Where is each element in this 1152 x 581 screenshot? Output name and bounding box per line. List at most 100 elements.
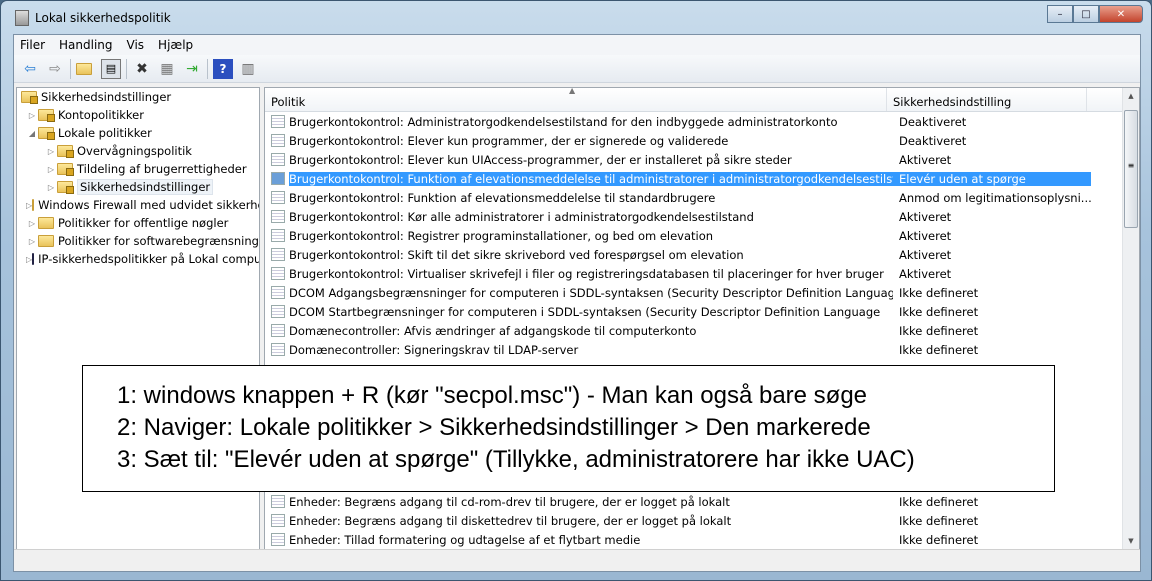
policy-icon: [271, 229, 285, 242]
policy-row[interactable]: Brugerkontokontrol: Administratorgodkend…: [265, 112, 1139, 131]
policy-row[interactable]: Brugerkontokontrol: Funktion af elevatio…: [265, 188, 1139, 207]
close-button[interactable]: ✕: [1099, 5, 1143, 23]
policy-icon: [271, 343, 285, 356]
policy-setting: Ikke defineret: [899, 342, 979, 357]
policy-name: Brugerkontokontrol: Elever kun UIAccess-…: [289, 152, 792, 167]
folder-icon: [57, 145, 74, 158]
expander-icon[interactable]: ▷: [45, 147, 57, 156]
policy-row[interactable]: Domænecontroller: Afvis ændringer af adg…: [265, 321, 1139, 340]
policy-icon: [271, 191, 285, 204]
tree-item[interactable]: Sikkerhedsindstillinger: [17, 88, 259, 106]
tree-item[interactable]: ▷ Sikkerhedsindstillinger: [17, 178, 259, 196]
properties-icon[interactable]: ▦: [157, 59, 177, 79]
tree-item[interactable]: ▷ Politikker for offentlige nøgler: [17, 214, 259, 232]
policy-icon: [271, 495, 285, 508]
tree-item-label: Overvågningspolitik: [77, 144, 192, 158]
policy-icon: [271, 286, 285, 299]
policy-setting: Deaktiveret: [899, 114, 967, 129]
tree-item[interactable]: ▷ Kontopolitikker: [17, 106, 259, 124]
help-icon[interactable]: ?: [213, 58, 233, 79]
policy-row[interactable]: Enheder: Begræns adgang til diskettedrev…: [265, 511, 1139, 530]
menu-vis[interactable]: Vis: [127, 38, 145, 52]
delete-icon[interactable]: ✖: [132, 59, 152, 79]
ip-security-icon: [32, 253, 35, 265]
policy-row[interactable]: Brugerkontokontrol: Virtualiser skrivefe…: [265, 264, 1139, 283]
security-policy-icon: [21, 91, 38, 104]
expander-icon[interactable]: ▷: [26, 237, 38, 246]
column-header-politik[interactable]: ▲ Politik: [265, 88, 887, 111]
maximize-button[interactable]: □: [1073, 5, 1099, 23]
policy-setting: Aktiveret: [899, 209, 952, 224]
policy-row[interactable]: Enheder: Tillad formatering og udtagelse…: [265, 530, 1139, 549]
policy-row[interactable]: DCOM Startbegrænsninger for computeren i…: [265, 302, 1139, 321]
forward-icon[interactable]: ⇨: [45, 59, 65, 79]
policy-setting: Ikke defineret: [899, 304, 979, 319]
policy-icon: [271, 305, 285, 318]
tree-item[interactable]: ▷ Overvågningspolitik: [17, 142, 259, 160]
policy-name: Enheder: Tillad formatering og udtagelse…: [289, 532, 641, 547]
folder-icon: [38, 217, 54, 229]
policy-row[interactable]: Enheder: Begræns adgang til cd-rom-drev …: [265, 492, 1139, 511]
policy-name: Brugerkontokontrol: Administratorgodkend…: [289, 114, 838, 129]
toolbar-separator: [207, 58, 208, 79]
policy-setting: Ikke defineret: [899, 323, 979, 338]
policy-setting: Aktiveret: [899, 266, 952, 281]
toolbar-separator: [126, 58, 127, 79]
tree-item-label: Windows Firewall med udvidet sikkerhed: [38, 198, 260, 212]
export-icon[interactable]: ⇥: [182, 59, 202, 79]
tree-item-label: IP-sikkerhedspolitikker på Lokal compute…: [38, 252, 260, 266]
expander-icon[interactable]: ▷: [45, 165, 57, 174]
menu-filer[interactable]: Filer: [20, 38, 45, 52]
expander-icon[interactable]: ◢: [26, 129, 38, 138]
instruction-line: 1: windows knappen + R (kør "secpol.msc"…: [117, 382, 868, 409]
title-bar: Lokal sikkerhedspolitik: [15, 7, 171, 29]
policy-name: Brugerkontokontrol: Funktion af elevatio…: [289, 171, 893, 186]
policy-icon: [271, 514, 285, 527]
policy-icon: [271, 115, 285, 128]
policy-name: Enheder: Begræns adgang til cd-rom-drev …: [289, 494, 730, 509]
scroll-thumb[interactable]: ≡: [1124, 110, 1138, 228]
policy-setting: Ikke defineret: [899, 494, 979, 509]
policy-row[interactable]: Brugerkontokontrol: Funktion af elevatio…: [265, 169, 1139, 188]
tree-item-label: Sikkerhedsindstillinger: [77, 179, 214, 195]
column-header-sikkerhedsindstilling[interactable]: Sikkerhedsindstilling: [887, 88, 1087, 111]
policy-row[interactable]: Brugerkontokontrol: Elever kun programme…: [265, 131, 1139, 150]
list-vertical-scrollbar[interactable]: ▲ ≡ ▼: [1122, 88, 1139, 549]
policy-icon: [271, 267, 285, 280]
up-folder-icon[interactable]: [76, 59, 96, 79]
instruction-line: 2: Naviger: Lokale politikker > Sikkerhe…: [117, 414, 871, 441]
window-title: Lokal sikkerhedspolitik: [35, 11, 171, 25]
expander-icon[interactable]: ▷: [26, 111, 38, 120]
column-label: Sikkerhedsindstilling: [893, 95, 1012, 109]
policy-row[interactable]: DCOM Adgangsbegrænsninger for computeren…: [265, 283, 1139, 302]
policy-row[interactable]: Brugerkontokontrol: Skift til det sikre …: [265, 245, 1139, 264]
policy-row[interactable]: Brugerkontokontrol: Kør alle administrat…: [265, 207, 1139, 226]
tree-item-label: Kontopolitikker: [58, 108, 144, 122]
policy-row[interactable]: Domænecontroller: Signeringskrav til LDA…: [265, 340, 1139, 359]
menu-hjaelp[interactable]: Hjælp: [158, 38, 193, 52]
expander-icon[interactable]: ▷: [45, 183, 57, 192]
policy-name: Brugerkontokontrol: Elever kun programme…: [289, 133, 729, 148]
policy-row[interactable]: Brugerkontokontrol: Registrer programins…: [265, 226, 1139, 245]
policy-icon: [271, 210, 285, 223]
tree-item[interactable]: ▷ IP-sikkerhedspolitikker på Lokal comput…: [17, 250, 259, 268]
tree-item[interactable]: ◢ Lokale politikker: [17, 124, 259, 142]
column-label: Politik: [271, 95, 306, 109]
minimize-button[interactable]: –: [1047, 5, 1073, 23]
expander-icon[interactable]: ▷: [26, 219, 38, 228]
show-hide-tree-icon[interactable]: ▤: [101, 58, 121, 79]
back-icon[interactable]: ⇦: [20, 59, 40, 79]
toolbar-separator: [70, 58, 71, 79]
tree-item[interactable]: ▷ Tildeling af brugerrettigheder: [17, 160, 259, 178]
tree-item[interactable]: ▷ Politikker for softwarebegrænsning: [17, 232, 259, 250]
policy-icon: [271, 324, 285, 337]
policy-setting: Aktiveret: [899, 247, 952, 262]
policy-setting: Elevér uden at spørge: [893, 171, 1091, 186]
policy-name: Brugerkontokontrol: Registrer programins…: [289, 228, 714, 243]
action-pane-icon[interactable]: ▥: [238, 59, 258, 79]
instruction-line: 3: Sæt til: "Elevér uden at spørge" (Til…: [117, 446, 915, 473]
policy-row[interactable]: Brugerkontokontrol: Elever kun UIAccess-…: [265, 150, 1139, 169]
tree-item[interactable]: ▷ Windows Firewall med udvidet sikkerhed: [17, 196, 259, 214]
tree-item-label: Lokale politikker: [58, 126, 152, 140]
menu-handling[interactable]: Handling: [59, 38, 113, 52]
